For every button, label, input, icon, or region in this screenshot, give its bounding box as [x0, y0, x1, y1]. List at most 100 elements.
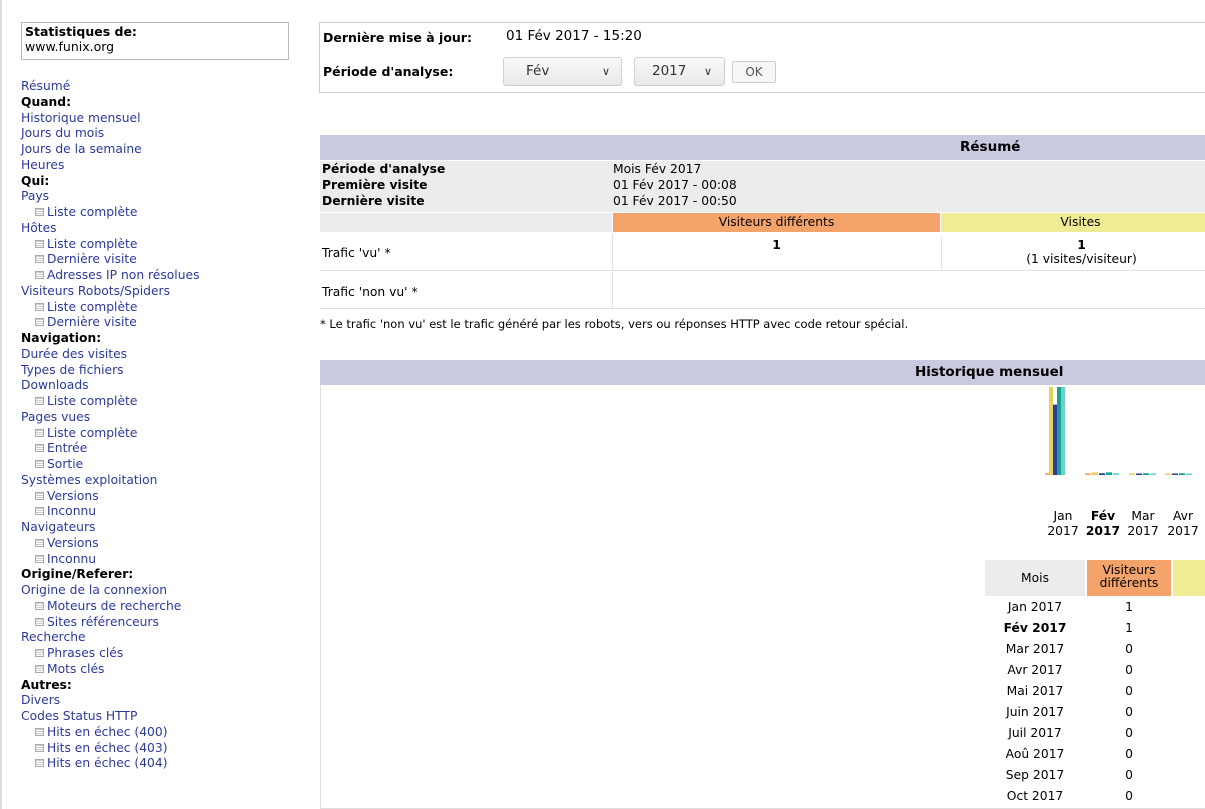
chart-x-label-month: Jan: [1053, 509, 1073, 523]
chart-x-label[interactable]: Fév 2017: [1083, 509, 1123, 539]
month-label[interactable]: Aoû 2017: [985, 744, 1085, 765]
list-icon: [35, 271, 44, 279]
last-update-label: Dernière mise à jour:: [323, 30, 472, 45]
summary-row-value: 01 Fév 2017 - 00:08: [613, 178, 737, 192]
menu-subitem[interactable]: Hits en échec (403): [21, 741, 291, 757]
menu-subitem[interactable]: Liste complète: [21, 426, 291, 442]
chart-bar: [1165, 473, 1171, 475]
menu-link[interactable]: Navigateurs: [21, 520, 291, 536]
menu-item-label: Dernière visite: [47, 315, 137, 330]
month-visitors: 0: [1125, 789, 1133, 803]
menu-link[interactable]: Origine de la connexion: [21, 583, 291, 599]
chart-x-label[interactable]: Mar 2017: [1123, 509, 1163, 539]
year-select-value: 2017: [652, 63, 687, 79]
menu-subitem[interactable]: Inconnu: [21, 504, 291, 520]
menu-subitem[interactable]: Inconnu: [21, 552, 291, 568]
menu-link[interactable]: Systèmes exploitation: [21, 473, 291, 489]
menu-section-heading: Origine/Referer:: [21, 567, 291, 583]
month-label[interactable]: Mar 2017: [985, 639, 1085, 660]
menu-link[interactable]: Types de fichiers: [21, 363, 291, 379]
menu-subitem[interactable]: Adresses IP non résolues: [21, 268, 291, 284]
col-visits-header: [1173, 560, 1205, 596]
menu-subitem[interactable]: Liste complète: [21, 300, 291, 316]
menu-link[interactable]: Heures: [21, 158, 291, 174]
menu-item-label: Hits en échec (400): [47, 724, 168, 739]
menu-link[interactable]: Pays: [21, 189, 291, 205]
ok-button[interactable]: OK: [732, 61, 776, 83]
menu-link[interactable]: Historique mensuel: [21, 111, 291, 127]
chart-x-label[interactable]: Avr 2017: [1163, 509, 1203, 539]
month-label[interactable]: Juil 2017: [985, 723, 1085, 744]
stats-title: Statistiques de:: [25, 24, 137, 39]
menu-link[interactable]: Divers: [21, 693, 291, 709]
col-visitors: Visiteurs différents: [613, 213, 940, 232]
menu-subitem[interactable]: Hits en échec (404): [21, 756, 291, 772]
menu-link[interactable]: Codes Status HTTP: [21, 709, 291, 725]
menu-subitem[interactable]: Versions: [21, 536, 291, 552]
menu-subitem[interactable]: Liste complète: [21, 237, 291, 253]
chart-x-label-year: 2017: [1127, 524, 1159, 538]
chart-bar: [1150, 473, 1156, 475]
month-label[interactable]: Avr 2017: [985, 660, 1085, 681]
month-visitors: 1: [1125, 621, 1133, 635]
menu-subitem[interactable]: Liste complète: [21, 205, 291, 221]
menu-link[interactable]: Downloads: [21, 378, 291, 394]
month-label[interactable]: Oct 2017: [985, 786, 1085, 807]
menu-link[interactable]: Hôtes: [21, 221, 291, 237]
chart-bar: [1092, 472, 1098, 475]
menu-subitem[interactable]: Dernière visite: [21, 252, 291, 268]
menu-subitem[interactable]: Hits en échec (400): [21, 725, 291, 741]
traffic-seen-row: Trafic 'vu' * 1 1 (1 visites/visiteur): [320, 234, 1205, 271]
month-label[interactable]: Jan 2017: [985, 597, 1085, 618]
menu-subitem[interactable]: Dernière visite: [21, 315, 291, 331]
chart-x-label[interactable]: Jan 2017: [1043, 509, 1083, 539]
list-icon: [35, 617, 44, 626]
traffic-seen-visits: 1: [1077, 238, 1086, 252]
month-label[interactable]: Juin 2017: [985, 702, 1085, 723]
menu-link[interactable]: Jours du mois: [21, 126, 291, 142]
menu-item-label: Qui:: [21, 173, 50, 188]
list-icon: [35, 460, 44, 468]
menu-link[interactable]: Visiteurs Robots/Spiders: [21, 284, 291, 300]
list-icon: [35, 302, 44, 311]
month-select[interactable]: Fév ∨: [503, 57, 622, 86]
menu-section-heading: Quand:: [21, 95, 291, 111]
menu-subitem[interactable]: Mots clés: [21, 662, 291, 678]
menu-item-label: Liste complète: [47, 299, 138, 314]
menu-link[interactable]: Résumé: [21, 79, 291, 95]
menu-subitem[interactable]: Sites référenceurs: [21, 615, 291, 631]
menu-subitem[interactable]: Sortie: [21, 457, 291, 473]
menu-section-heading: Navigation:: [21, 331, 291, 347]
menu-item-label: Sortie: [47, 457, 84, 471]
year-select[interactable]: 2017 ∨: [634, 57, 725, 86]
traffic-seen-visits-cell: 1 (1 visites/visiteur): [941, 238, 1205, 271]
traffic-seen-visitors: 1: [772, 238, 781, 252]
month-visitors: 0: [1125, 726, 1133, 740]
menu-subitem[interactable]: Versions: [21, 489, 291, 505]
menu-item-label: Liste complète: [47, 205, 138, 219]
month-label[interactable]: Sep 2017: [985, 765, 1085, 786]
menu-item-label: Versions: [47, 488, 99, 503]
menu-subitem[interactable]: Entrée: [21, 441, 291, 457]
menu-link[interactable]: Pages vues: [21, 410, 291, 426]
menu-subitem[interactable]: Moteurs de recherche: [21, 599, 291, 615]
chart-bar: [1179, 473, 1185, 475]
menu-item-label: Inconnu: [47, 551, 97, 566]
menu-item-label: Sites référenceurs: [47, 614, 159, 629]
month-label[interactable]: Mai 2017: [985, 681, 1085, 702]
menu-item-label: Autres:: [21, 677, 72, 692]
menu-item-label: Liste complète: [47, 425, 138, 440]
summary-col-header: Visiteurs différents Visites: [320, 213, 1205, 233]
menu-link[interactable]: Recherche: [21, 630, 291, 646]
menu-link[interactable]: Jours de la semaine: [21, 142, 291, 158]
menu-subitem[interactable]: Liste complète: [21, 394, 291, 410]
menu-item-label: Downloads: [21, 378, 89, 393]
menu-link[interactable]: Durée des visites: [21, 347, 291, 363]
menu-item-label: Systèmes exploitation: [21, 472, 158, 487]
summary-header: Résumé: [320, 135, 1205, 160]
menu-subitem[interactable]: Phrases clés: [21, 646, 291, 662]
list-icon: [35, 239, 44, 248]
list-icon: [35, 507, 44, 516]
menu-item-label: Liste complète: [47, 236, 138, 251]
menu-item-label: Mots clés: [47, 661, 105, 676]
